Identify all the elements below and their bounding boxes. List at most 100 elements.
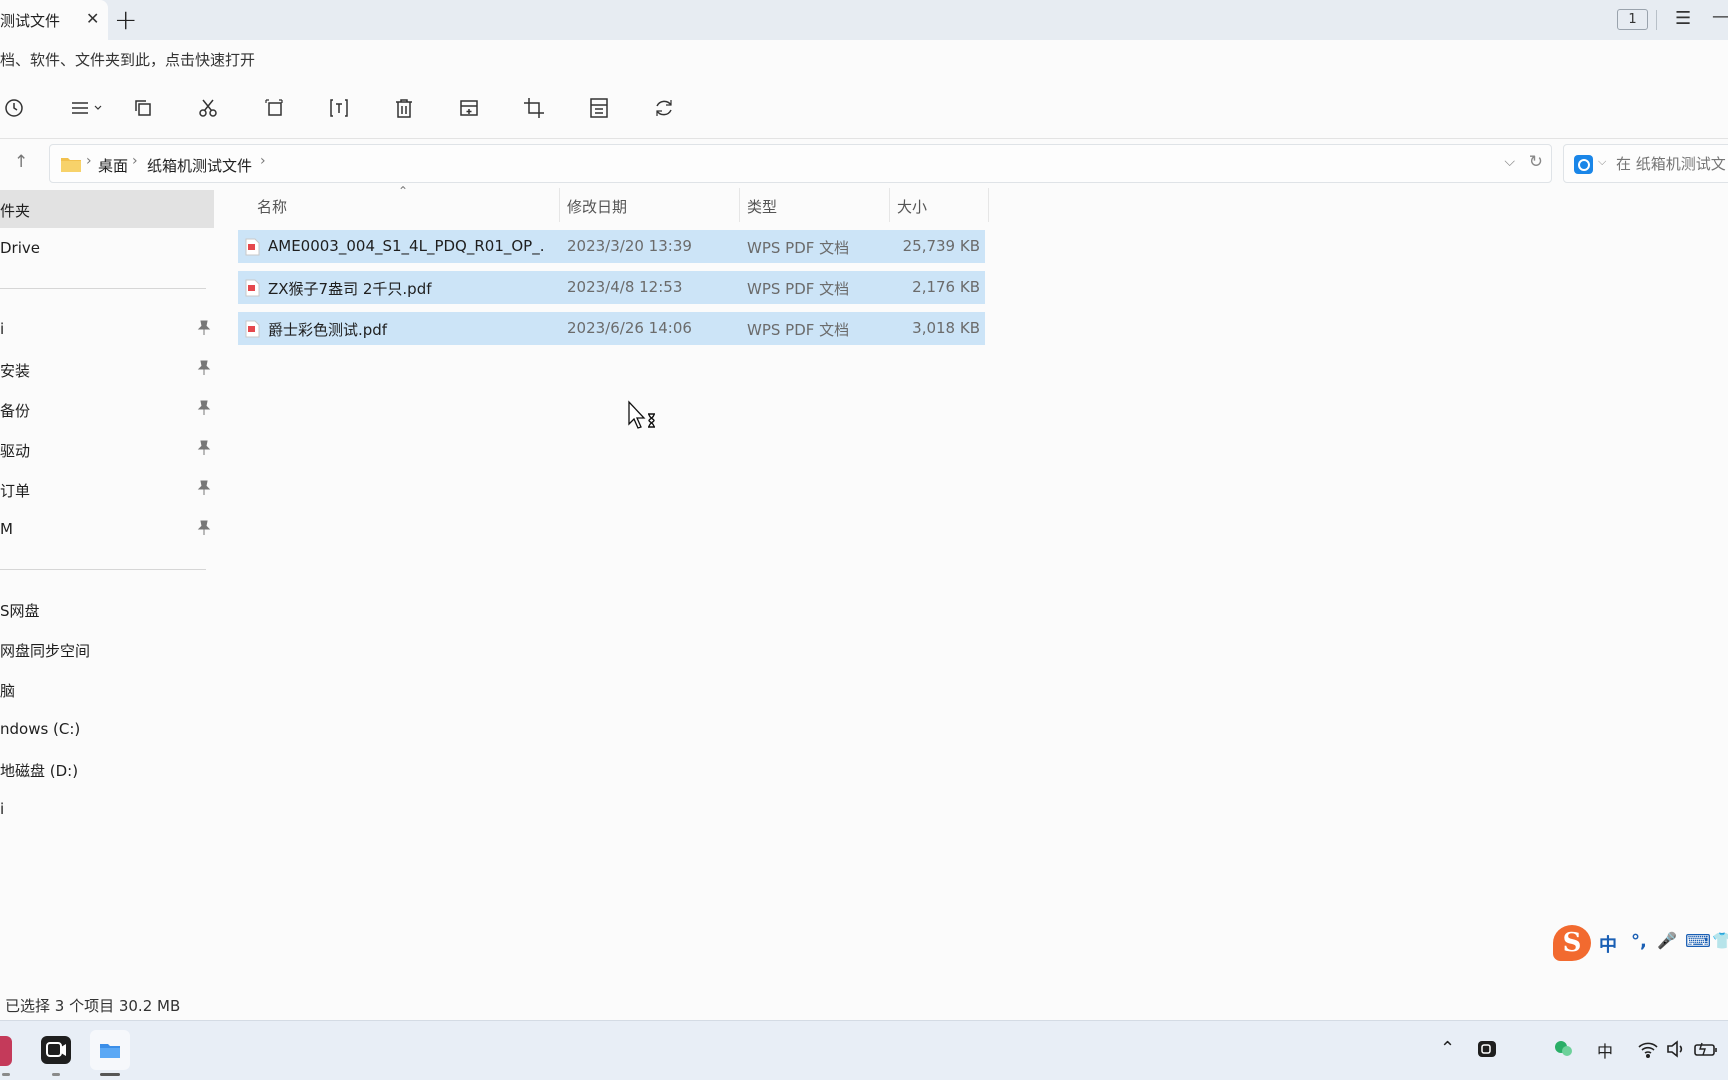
taskbar-file-manager-icon[interactable] <box>90 1030 130 1070</box>
sidebar-item-wps-drive[interactable]: S网盘 <box>0 590 214 628</box>
quick-access-hint: 档、软件、文件夹到此，点击快速打开 <box>0 51 256 69</box>
file-name: AME0003_004_S1_4L_PDQ_R01_OP_... <box>268 237 545 255</box>
status-bar: 已选择 3 个项目 30.2 MB <box>0 993 1728 1019</box>
file-row[interactable]: 爵士彩色测试.pdf 2023/6/26 14:06 WPS PDF 文档 3,… <box>238 312 985 345</box>
file-type: WPS PDF 文档 <box>747 280 850 298</box>
taskbar-active-indicator <box>100 1073 120 1076</box>
sidebar-item-label: 地磁盘 (D:) <box>0 762 79 780</box>
tray-wechat-icon[interactable] <box>1553 1038 1575 1065</box>
tab-active[interactable]: 测试文件 ✕ <box>0 0 108 40</box>
tab-close-icon[interactable]: ✕ <box>86 9 99 28</box>
toolbar <box>0 88 1728 128</box>
crop-icon[interactable] <box>522 96 546 120</box>
file-date: 2023/6/26 14:06 <box>567 319 692 337</box>
menu-icon[interactable]: ☰ <box>1675 8 1691 29</box>
breadcrumb-desktop[interactable]: 桌面 <box>98 155 128 176</box>
copy-icon[interactable] <box>131 96 155 120</box>
column-separator[interactable] <box>739 188 740 222</box>
pin-icon[interactable] <box>197 480 211 496</box>
new-item-icon[interactable] <box>457 96 481 120</box>
ime-keyboard-icon[interactable]: ⌨ <box>1685 931 1711 952</box>
sidebar-item-drive-c[interactable]: ndows (C:) <box>0 710 214 748</box>
quick-access-bar[interactable]: 档、软件、文件夹到此，点击快速打开 <box>0 40 1728 78</box>
address-dropdown-icon[interactable]: ⌵ <box>1504 154 1515 170</box>
refresh-icon[interactable]: ↻ <box>1529 152 1543 172</box>
column-separator[interactable] <box>988 188 989 222</box>
sidebar-pinned-item[interactable]: M <box>0 510 214 548</box>
sidebar-item-label: 网盘同步空间 <box>0 642 91 660</box>
new-tab-button[interactable]: + <box>114 3 137 36</box>
sidebar-item-label: ndows (C:) <box>0 720 81 738</box>
up-arrow-icon[interactable]: ↑ <box>14 152 34 174</box>
sidebar-item-sync-space[interactable]: 网盘同步空间 <box>0 630 214 668</box>
cut-icon[interactable] <box>196 96 220 120</box>
taskbar-screen-recorder-icon[interactable] <box>36 1030 76 1070</box>
window-count-badge[interactable]: 1 <box>1617 9 1648 30</box>
volume-icon[interactable] <box>1665 1038 1687 1065</box>
search-box[interactable]: ⌵ <box>1563 144 1728 183</box>
search-engine-dropdown-icon[interactable]: ⌵ <box>1598 155 1606 169</box>
taskbar-app-partial[interactable] <box>0 1030 18 1070</box>
tray-recorder-icon[interactable] <box>1476 1038 1498 1065</box>
minimize-icon[interactable]: — <box>1712 6 1728 27</box>
sidebar-item-drive-d[interactable]: 地磁盘 (D:) <box>0 750 214 788</box>
delete-icon[interactable] <box>392 96 416 120</box>
tray-overflow-icon[interactable]: ⌃ <box>1440 1038 1455 1059</box>
sogou-logo-icon[interactable]: S <box>1553 925 1591 961</box>
rotate-icon[interactable] <box>652 96 676 120</box>
sidebar-item-label: i <box>0 800 5 818</box>
ime-voice-icon[interactable]: 🎤 <box>1657 931 1677 950</box>
column-separator[interactable] <box>889 188 890 222</box>
view-list-icon[interactable] <box>66 96 106 120</box>
ime-punctuation-icon[interactable]: °, <box>1631 931 1647 952</box>
rename-icon[interactable] <box>327 96 351 120</box>
column-header-type[interactable]: 类型 <box>747 196 777 230</box>
breadcrumb-separator: › <box>86 153 92 169</box>
sidebar-pinned-item[interactable]: i <box>0 310 214 348</box>
copy-path-icon[interactable] <box>262 96 286 120</box>
sidebar-item-label: 备份 <box>0 402 31 420</box>
sort-ascending-icon: ⌃ <box>398 184 409 198</box>
sidebar-divider <box>0 288 206 289</box>
pin-icon[interactable] <box>197 440 211 456</box>
ime-toolbar[interactable]: S 中 °, 🎤 ⌨ 👕 <box>1549 923 1728 967</box>
sidebar-pinned-item[interactable]: 备份 <box>0 390 214 428</box>
column-header-date[interactable]: 修改日期 <box>567 196 627 230</box>
column-header-name[interactable]: 名称 <box>257 196 287 230</box>
sidebar-pinned-item[interactable]: 驱动 <box>0 430 214 468</box>
calculator-icon[interactable] <box>587 96 611 120</box>
file-row[interactable]: ZX猴子7盎司 2千只.pdf 2023/4/8 12:53 WPS PDF 文… <box>238 271 985 304</box>
pin-icon[interactable] <box>197 520 211 536</box>
tab-title: 测试文件 <box>0 12 61 30</box>
column-header-size[interactable]: 大小 <box>897 196 927 230</box>
pin-icon[interactable] <box>197 360 211 376</box>
sidebar-item-onedrive[interactable]: Drive <box>0 229 214 267</box>
file-size: 2,176 KB <box>912 278 980 296</box>
file-name: 爵士彩色测试.pdf <box>268 321 388 339</box>
file-row[interactable]: AME0003_004_S1_4L_PDQ_R01_OP_... 2023/3/… <box>238 230 985 263</box>
sidebar-item-this-pc[interactable]: 脑 <box>0 670 214 708</box>
pin-icon[interactable] <box>197 400 211 416</box>
clock-icon[interactable] <box>2 96 26 120</box>
pin-icon[interactable] <box>197 320 211 336</box>
address-bar[interactable]: › 桌面 › 纸箱机测试文件 › ⌵ ↻ <box>49 144 1552 183</box>
sidebar-item-label: S网盘 <box>0 602 40 620</box>
toolbar-divider <box>0 138 1728 139</box>
sidebar-item-folder[interactable]: 件夹 <box>0 190 214 228</box>
sidebar-pinned-item[interactable]: 安装 <box>0 350 214 388</box>
breadcrumb-separator: › <box>132 153 138 169</box>
column-separator[interactable] <box>559 188 560 222</box>
ime-mode-chinese[interactable]: 中 <box>1599 931 1617 957</box>
file-size: 25,739 KB <box>902 237 980 255</box>
tray-input-method-icon[interactable]: 中 <box>1597 1038 1613 1062</box>
search-engine-icon[interactable] <box>1574 155 1593 174</box>
title-bar: 测试文件 ✕ + 1 ☰ — <box>0 0 1728 40</box>
sidebar-pinned-item[interactable]: 订单 <box>0 470 214 508</box>
ime-skin-icon[interactable]: 👕 <box>1712 931 1728 950</box>
pdf-file-icon <box>245 320 260 338</box>
breadcrumb-current-folder[interactable]: 纸箱机测试文件 <box>147 155 252 176</box>
search-input[interactable] <box>1616 154 1728 174</box>
sidebar-item-network[interactable]: i <box>0 790 214 828</box>
battery-icon[interactable] <box>1693 1038 1719 1065</box>
wifi-icon[interactable] <box>1637 1038 1659 1065</box>
